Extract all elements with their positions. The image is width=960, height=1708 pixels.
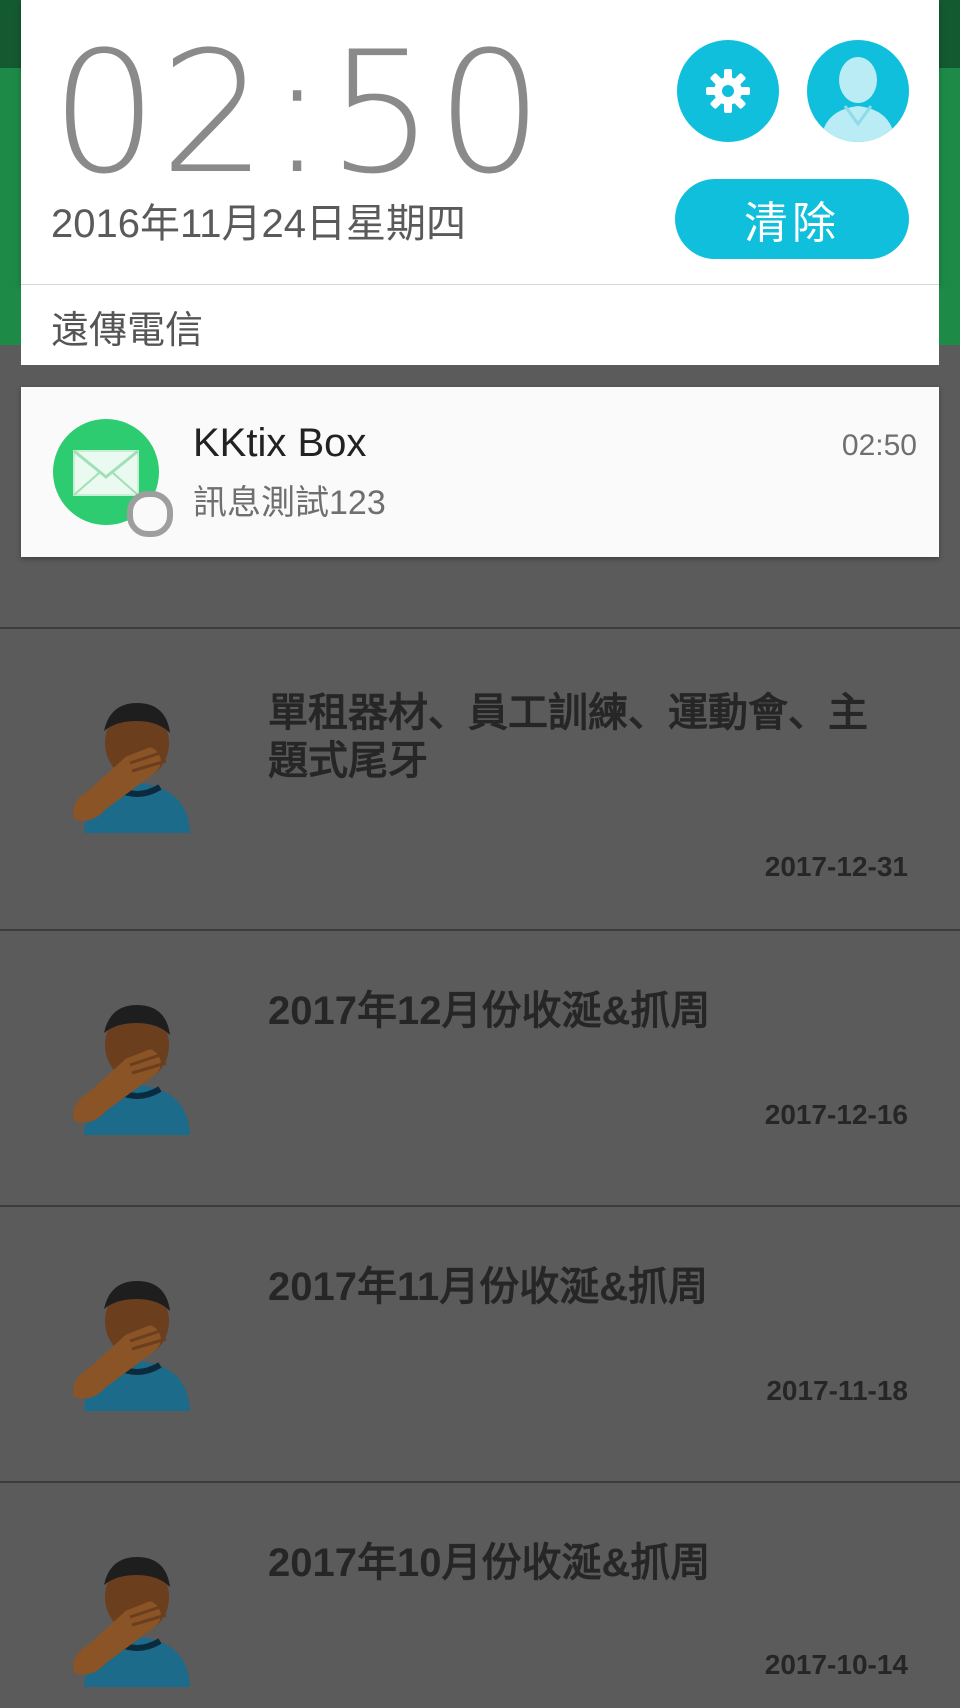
facepalm-person-icon xyxy=(73,703,190,833)
event-title: 2017年12月份收涎&抓周 xyxy=(268,989,711,1033)
list-item[interactable]: 2017年11月份收涎&抓周 2017-11-18 xyxy=(0,1205,960,1483)
user-profile-button[interactable] xyxy=(807,40,909,142)
facepalm-person-icon xyxy=(73,1557,190,1687)
facepalm-person-icon xyxy=(73,1281,190,1411)
date-label: 2016年11月24日星期四 xyxy=(51,202,466,246)
notification-app-name: KKtix Box xyxy=(193,421,367,465)
event-title: 單租器材、員工訓練、運動會、主題式尾牙 xyxy=(268,691,868,783)
notification-time: 02:50 xyxy=(841,429,917,462)
notification-card[interactable]: KKtix Box 訊息測試123 02:50 xyxy=(21,387,939,557)
carrier-bar: 遠傳電信 xyxy=(21,284,939,365)
clock: 02:50 xyxy=(51,15,546,211)
list-item[interactable]: 單租器材、員工訓練、運動會、主題式尾牙 2017-12-31 xyxy=(0,627,960,931)
user-silhouette-icon xyxy=(821,57,895,142)
event-date: 2017-11-18 xyxy=(766,1375,908,1406)
event-date: 2017-12-31 xyxy=(764,851,908,882)
facepalm-person-icon xyxy=(73,1005,190,1135)
status-badge xyxy=(127,491,173,537)
quick-settings-panel: 02:50 2016年11月24日星期四 清除 xyxy=(21,0,939,284)
list-item[interactable]: 2017年10月份收涎&抓周 2017-10-14 xyxy=(0,1481,960,1708)
gear-icon xyxy=(706,69,750,113)
notification-message: 訊息測試123 xyxy=(193,484,386,522)
settings-button[interactable] xyxy=(677,40,779,142)
event-date: 2017-12-16 xyxy=(764,1099,908,1130)
carrier-label: 遠傳電信 xyxy=(51,310,204,352)
event-date: 2017-10-14 xyxy=(764,1649,908,1680)
list-item[interactable]: 2017年12月份收涎&抓周 2017-12-16 xyxy=(0,929,960,1207)
event-title: 2017年10月份收涎&抓周 xyxy=(268,1541,711,1585)
event-title: 2017年11月份收涎&抓周 xyxy=(268,1265,709,1309)
clear-all-button[interactable]: 清除 xyxy=(675,179,909,259)
